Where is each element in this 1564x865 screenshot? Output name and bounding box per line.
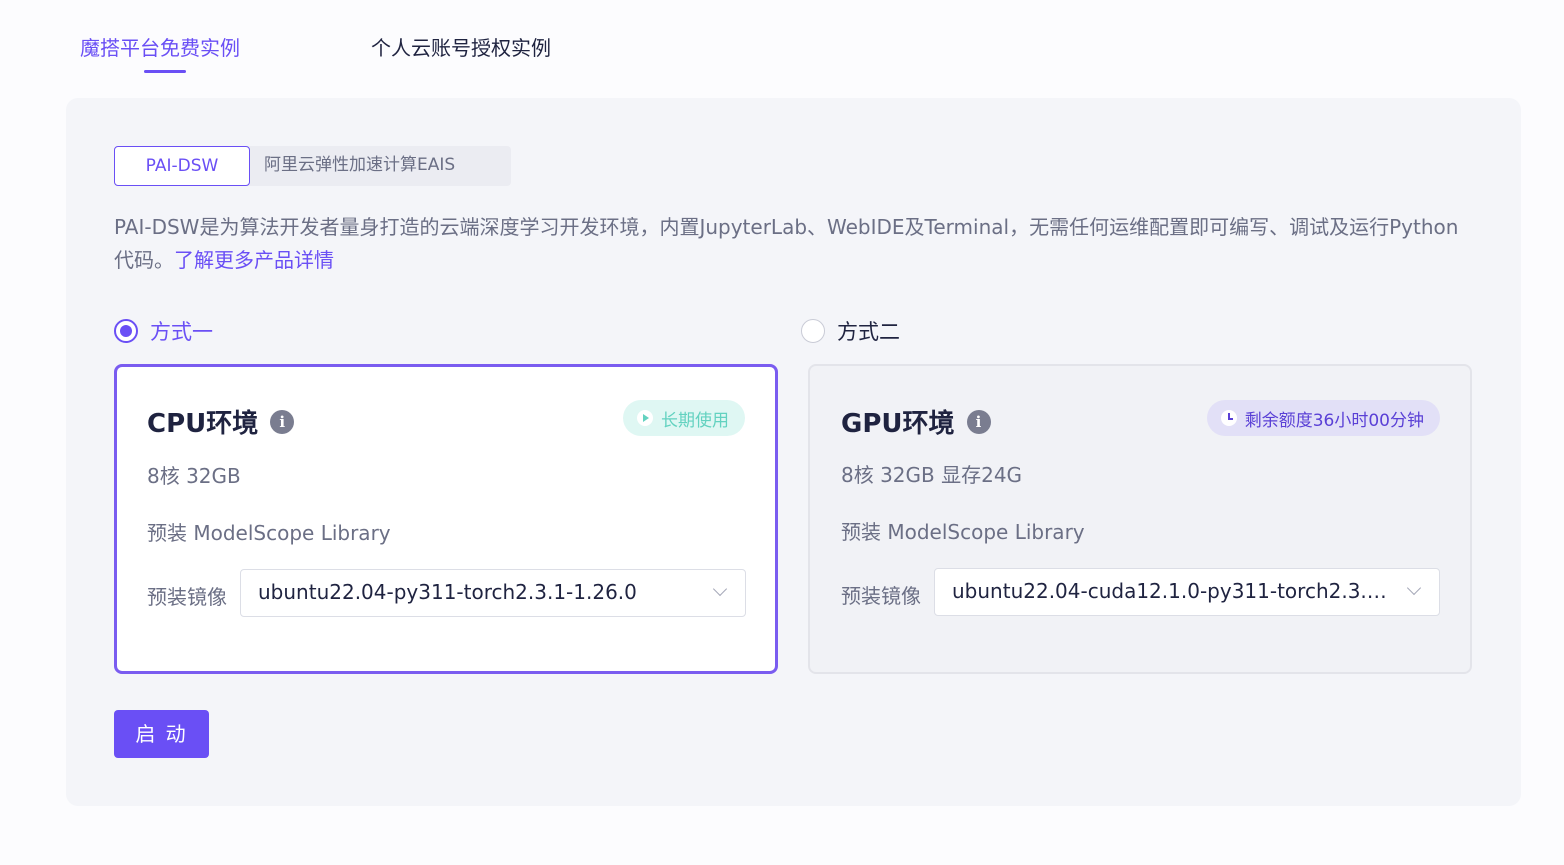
gpu-image-value: ubuntu22.04-cuda12.1.0-py311-torch2.3.1.…	[952, 579, 1392, 603]
play-icon	[637, 410, 653, 426]
option-two[interactable]: 方式二	[801, 316, 900, 346]
clock-icon	[1220, 410, 1237, 426]
info-icon[interactable]: i	[966, 409, 991, 434]
platform-segmented-control: PAI-DSW 阿里云弹性加速计算EAIS	[114, 146, 511, 186]
tab-personal-cloud-instance[interactable]: 个人云账号授权实例	[371, 32, 551, 61]
top-tabs: 魔搭平台免费实例 个人云账号授权实例	[80, 30, 780, 74]
active-tab-indicator	[144, 70, 186, 73]
cpu-spec: 8核 32GB	[147, 464, 241, 488]
option-two-radio[interactable]	[801, 319, 825, 343]
option-two-label: 方式二	[837, 320, 900, 344]
cpu-environment-card[interactable]: CPU环境 i 长期使用 8核 32GB 预装 ModelScope Libra…	[114, 364, 778, 674]
cpu-library: 预装 ModelScope Library	[147, 521, 391, 545]
option-one-radio[interactable]	[114, 319, 138, 343]
chevron-down-icon	[1406, 580, 1422, 596]
start-button[interactable]: 启 动	[114, 710, 209, 758]
cpu-title-text: CPU环境	[147, 409, 259, 439]
gpu-environment-card[interactable]: GPU环境 i 剩余额度36小时00分钟 8核 32GB 显存24G 预装 Mo…	[808, 364, 1472, 674]
instance-panel: PAI-DSW 阿里云弹性加速计算EAIS PAI-DSW是为算法开发者量身打造…	[66, 98, 1521, 806]
segment-pai-dsw[interactable]: PAI-DSW	[114, 146, 250, 186]
gpu-image-select[interactable]: ubuntu22.04-cuda12.1.0-py311-torch2.3.1.…	[934, 568, 1440, 616]
gpu-spec: 8核 32GB 显存24G	[841, 463, 1023, 487]
gpu-card-title: GPU环境 i	[841, 403, 991, 440]
gpu-title-text: GPU环境	[841, 409, 955, 439]
cpu-badge-text: 长期使用	[661, 410, 729, 431]
cpu-long-term-badge: 长期使用	[623, 400, 745, 436]
product-description: PAI-DSW是为算法开发者量身打造的云端深度学习开发环境，内置JupyterL…	[114, 211, 1464, 277]
segment-eais[interactable]: 阿里云弹性加速计算EAIS	[264, 146, 494, 186]
gpu-badge-text: 剩余额度36小时00分钟	[1244, 410, 1424, 431]
gpu-library: 预装 ModelScope Library	[841, 520, 1085, 544]
gpu-quota-badge: 剩余额度36小时00分钟	[1206, 400, 1440, 436]
cpu-image-label: 预装镜像	[147, 585, 227, 609]
option-one[interactable]: 方式一	[114, 316, 213, 346]
chevron-down-icon	[712, 581, 728, 597]
gpu-image-label: 预装镜像	[841, 584, 921, 608]
cpu-image-select[interactable]: ubuntu22.04-py311-torch2.3.1-1.26.0	[240, 569, 746, 617]
tab-modelscope-free-instance[interactable]: 魔搭平台免费实例	[80, 32, 240, 61]
info-icon[interactable]: i	[270, 409, 295, 434]
cpu-card-title: CPU环境 i	[147, 403, 295, 440]
cpu-image-value: ubuntu22.04-py311-torch2.3.1-1.26.0	[258, 580, 637, 604]
learn-more-link[interactable]: 了解更多产品详情	[174, 248, 334, 272]
option-one-label: 方式一	[150, 320, 213, 344]
